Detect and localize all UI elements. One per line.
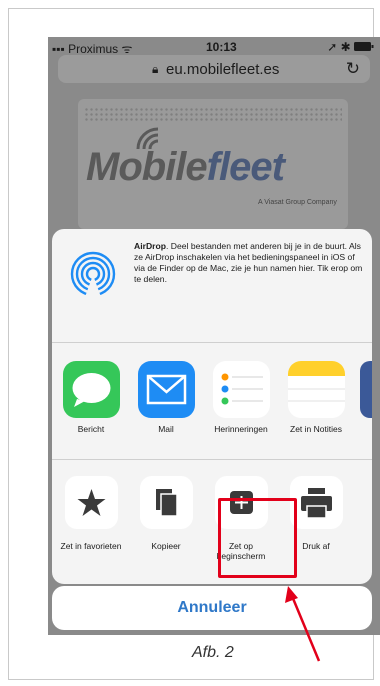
dot-pattern: [84, 107, 342, 121]
app-label: Zet in Notities: [290, 424, 342, 434]
action-label: Kopieer: [151, 541, 181, 551]
website-header: Mobilefleet A Viasat Group Company: [78, 99, 348, 229]
wifi-icon: ᯤ: [118, 42, 133, 56]
notes-icon: [287, 361, 345, 418]
messages-icon: [62, 361, 120, 418]
status-bar: ▪▪▪ Proximus ᯤ 10:13 ➚ ✱: [48, 37, 380, 56]
signal-icon: ▪▪▪: [52, 42, 69, 56]
reminders-icon: [212, 361, 270, 418]
status-right-icons: ➚ ✱: [327, 40, 374, 54]
action-label: Zet in favorieten: [60, 541, 122, 551]
star-icon: [64, 476, 118, 529]
airdrop-title: AirDrop: [134, 241, 166, 251]
airdrop-description: . Deel bestanden met anderen bij je in d…: [134, 241, 363, 284]
app-label: Herinneringen: [214, 424, 268, 434]
address-bar[interactable]: 🔒︎ eu.mobilefleet.es ↻: [58, 55, 370, 83]
app-label: Bericht: [77, 424, 105, 434]
cancel-button[interactable]: Annuleer: [52, 586, 372, 630]
airdrop-icon: [70, 251, 116, 297]
highlight-box: [218, 498, 297, 578]
phone-screen: ▪▪▪ Proximus ᯤ 10:13 ➚ ✱ 🔒︎ eu.mobilefle…: [48, 37, 380, 635]
figure-caption: Afb. 2: [192, 644, 234, 661]
facebook-icon: [360, 361, 372, 418]
share-app-bericht[interactable]: Bericht: [60, 361, 122, 434]
logo-tagline: A Viasat Group Company: [258, 199, 337, 206]
app-row: Bericht Mail Herinneringen Zet in Notiti…: [52, 343, 372, 460]
copy-icon: [139, 476, 193, 529]
mail-icon: [137, 361, 195, 418]
mobilefleet-logo: Mobilefleet: [86, 145, 285, 189]
share-app-herinneringen[interactable]: Herinneringen: [210, 361, 272, 434]
app-label: Mail: [158, 424, 174, 434]
action-kopieer[interactable]: Kopieer: [135, 476, 197, 551]
status-time: 10:13: [206, 40, 237, 54]
action-row: Zet in favorieten Kopieer Zet op beginsc…: [52, 460, 372, 584]
location-icon: ➚: [327, 40, 338, 54]
share-app-notities[interactable]: Zet in Notities: [285, 361, 347, 434]
battery-icon: [354, 42, 374, 51]
action-zet-in-favorieten[interactable]: Zet in favorieten: [60, 476, 122, 551]
print-icon: [289, 476, 343, 529]
airdrop-text: AirDrop. Deel bestanden met anderen bij …: [134, 241, 366, 285]
share-app-mail[interactable]: Mail: [135, 361, 197, 434]
share-sheet: AirDrop. Deel bestanden met anderen bij …: [52, 229, 372, 584]
url-text: eu.mobilefleet.es: [166, 61, 280, 78]
airdrop-section[interactable]: AirDrop. Deel bestanden met anderen bij …: [52, 229, 372, 343]
reload-icon[interactable]: ↻: [346, 59, 360, 79]
share-app-partial[interactable]: [360, 361, 372, 418]
lock-icon: 🔒︎: [152, 62, 159, 76]
bluetooth-icon: ✱: [340, 40, 351, 54]
